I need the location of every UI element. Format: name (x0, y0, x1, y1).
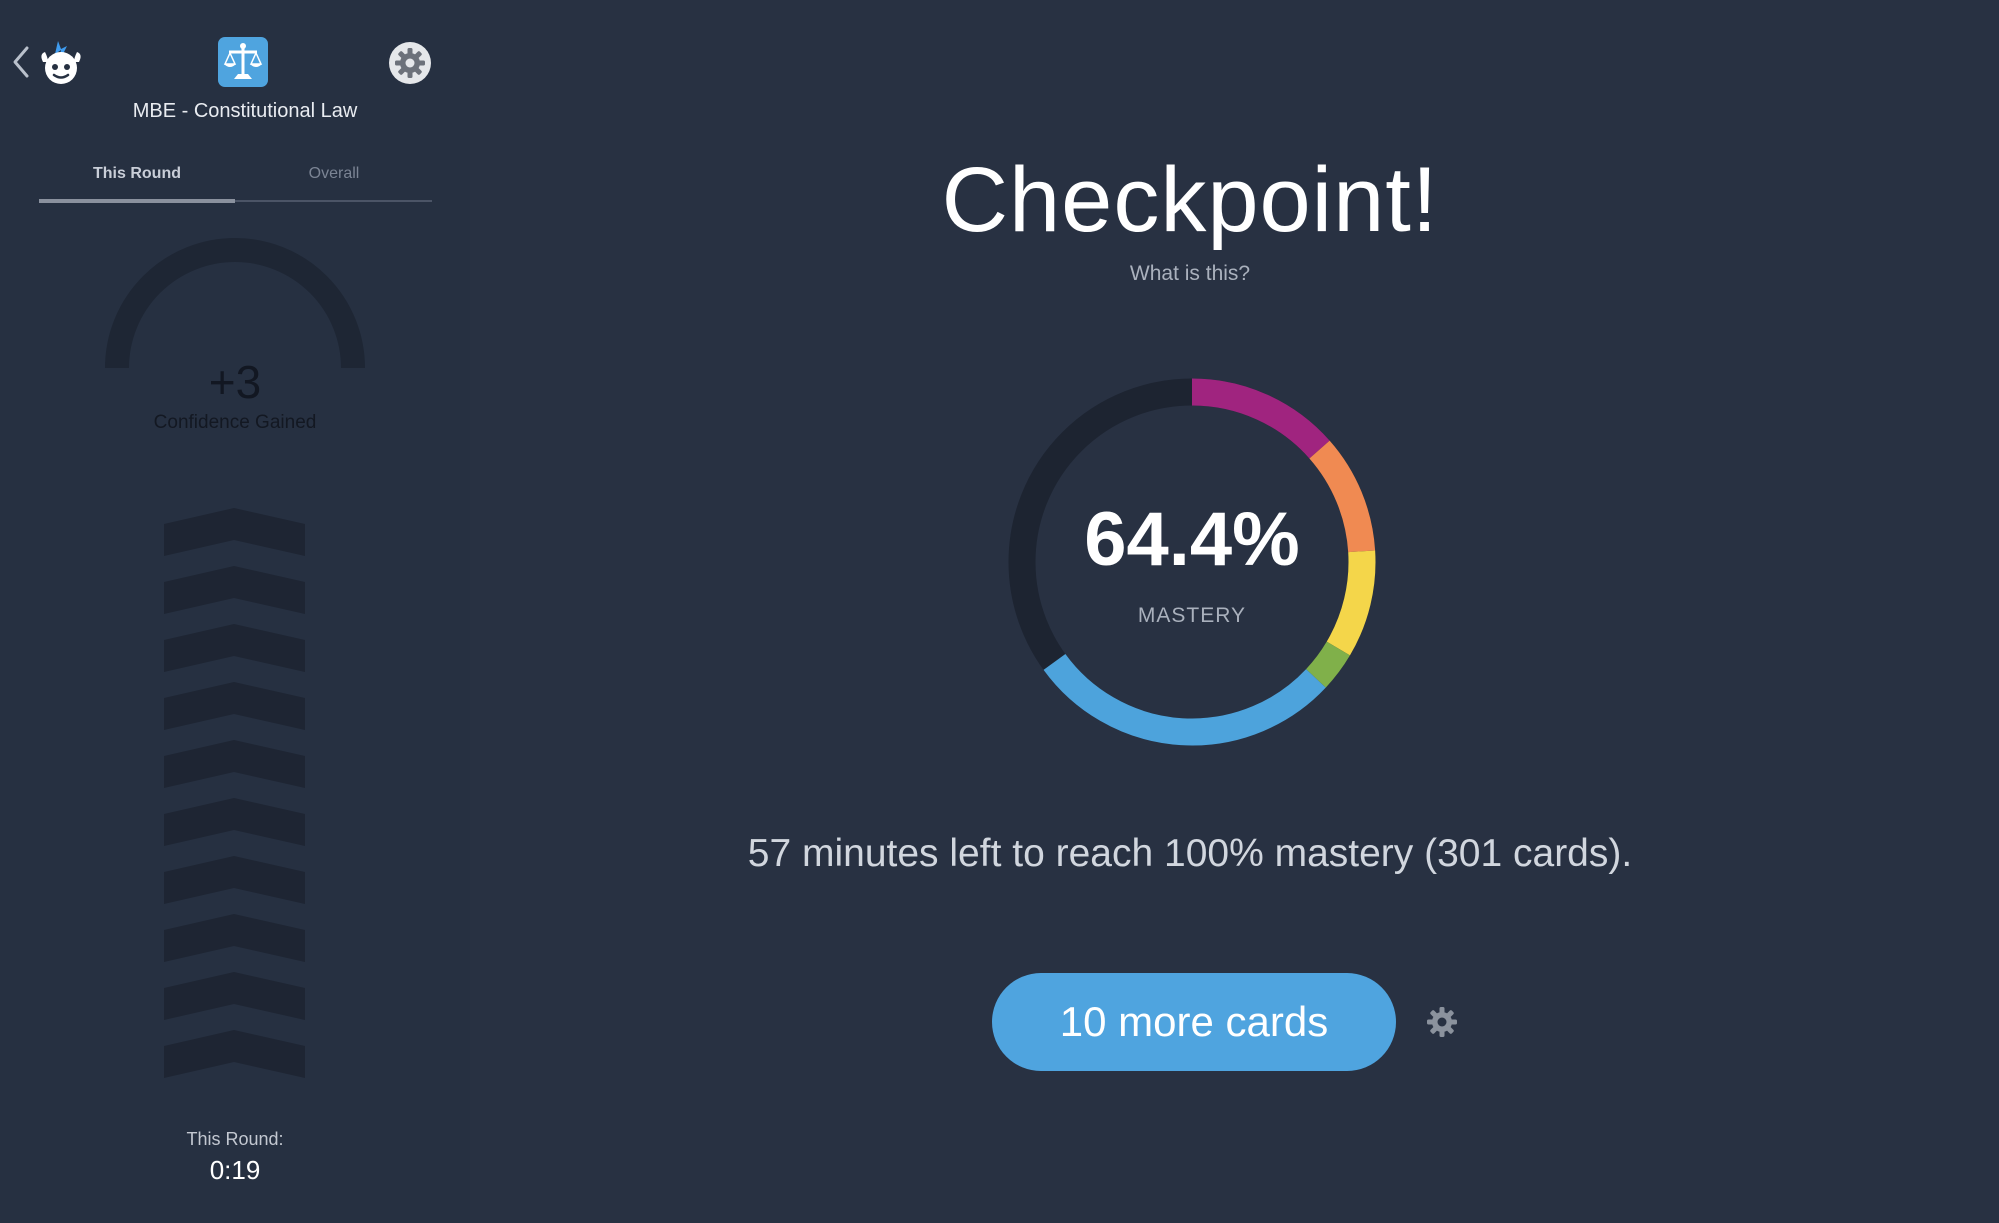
mastery-segment-4 (1305, 641, 1350, 688)
chevron-left-icon[interactable] (10, 44, 32, 80)
mastery-segment-5 (1043, 653, 1326, 746)
gear-icon[interactable] (1424, 1004, 1460, 1040)
checkpoint-screen: MBE - Constitutional Law This Round Over… (0, 0, 1999, 1223)
brainscape-logo[interactable] (36, 38, 86, 88)
confidence-value: +3 (208, 356, 262, 408)
stats-tabs: This Round Overall (39, 160, 432, 203)
mastery-segment-1 (1191, 378, 1330, 459)
deck-title: MBE - Constitutional Law (132, 100, 358, 122)
progress-chevron (164, 566, 305, 614)
progress-chevron (164, 856, 305, 904)
round-time-value: 0:19 (209, 1155, 261, 1185)
progress-chevron (164, 682, 305, 730)
gear-icon[interactable] (388, 41, 432, 85)
tab-overall[interactable]: Overall (236, 160, 432, 200)
progress-chevron (164, 1030, 305, 1078)
progress-chevrons (162, 500, 307, 1090)
page-title: Checkpoint! (941, 149, 1439, 251)
progress-chevron (164, 740, 305, 788)
round-time-label: This Round: (186, 1129, 284, 1149)
tab-this-round[interactable]: This Round (39, 160, 235, 203)
mastery-summary: 57 minutes left to reach 100% mastery (3… (747, 832, 1633, 875)
progress-chevron (164, 972, 305, 1020)
mastery-percentage: 64.4% (1084, 497, 1300, 582)
confidence-label: Confidence Gained (153, 412, 317, 433)
progress-chevron (164, 508, 305, 556)
mastery-label: MASTERY (1137, 604, 1247, 627)
scales-of-justice-icon[interactable] (218, 37, 268, 87)
more-cards-button[interactable]: 10 more cards (992, 973, 1396, 1071)
progress-chevron (164, 624, 305, 672)
progress-chevron (164, 798, 305, 846)
progress-chevron (164, 914, 305, 962)
sidebar: MBE - Constitutional Law This Round Over… (0, 0, 470, 1223)
what-is-this-link[interactable]: What is this? (1040, 262, 1340, 286)
